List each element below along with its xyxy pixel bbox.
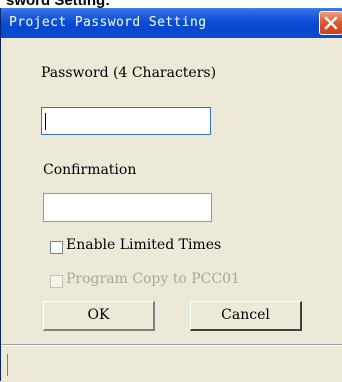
close-x-icon	[324, 16, 338, 30]
background-window-caption: sword Setting:	[0, 0, 342, 8]
ok-button[interactable]: OK	[43, 301, 155, 331]
enable-limited-times-label[interactable]: Enable Limited Times	[66, 237, 221, 253]
project-password-dialog: Project Password Setting Password (4 Cha…	[0, 8, 342, 382]
password-label: Password (4 Characters)	[41, 65, 217, 81]
status-bar-divider	[7, 354, 8, 376]
confirmation-label: Confirmation	[43, 162, 137, 178]
dialog-title: Project Password Setting	[9, 15, 207, 30]
close-button[interactable]	[319, 11, 342, 35]
title-bar[interactable]: Project Password Setting	[1, 8, 342, 38]
program-copy-label: Program Copy to PCC01	[66, 271, 240, 287]
text-caret	[45, 113, 46, 130]
status-bar	[1, 344, 342, 382]
confirmation-input[interactable]	[43, 193, 212, 222]
cancel-button[interactable]: Cancel	[190, 301, 302, 331]
password-input[interactable]	[41, 107, 211, 135]
enable-limited-times-checkbox[interactable]	[50, 241, 63, 254]
program-copy-checkbox	[50, 275, 63, 288]
